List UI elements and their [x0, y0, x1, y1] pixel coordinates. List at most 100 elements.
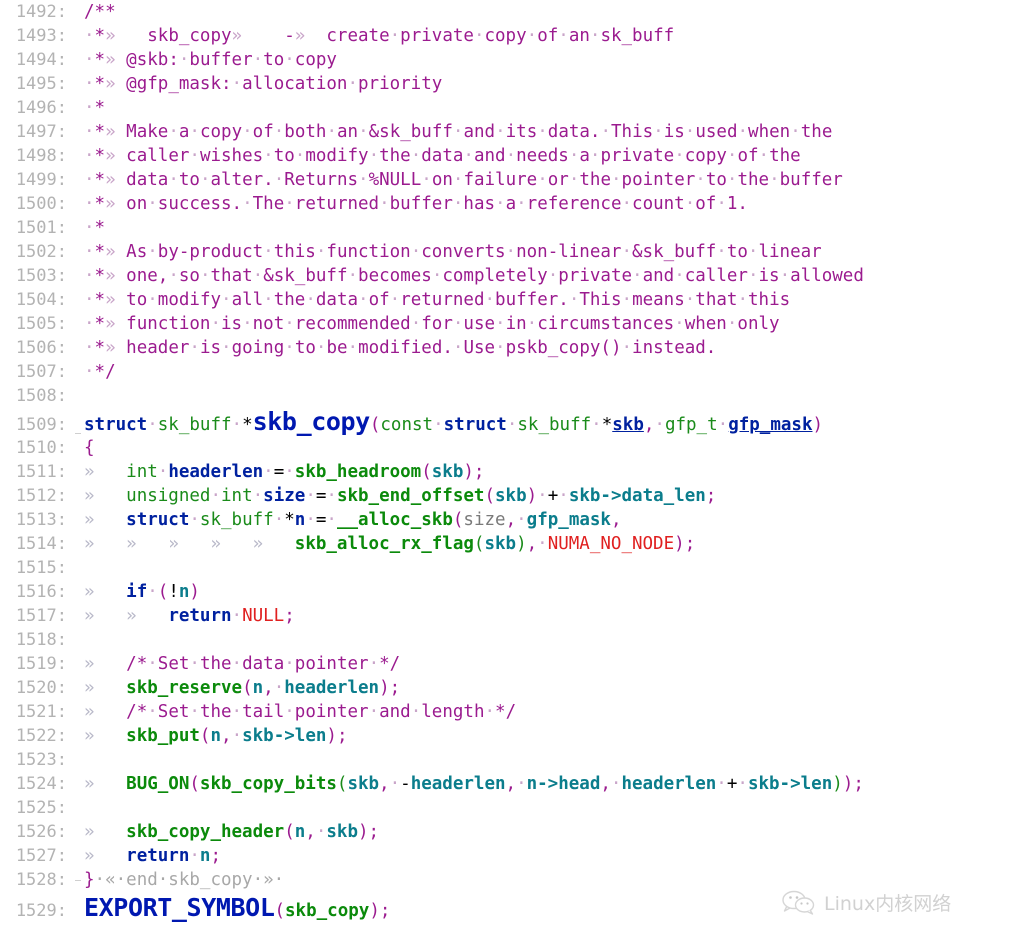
code-line[interactable]: 1516: » if·(!n) [0, 580, 1027, 604]
line-content: EXPORT_SYMBOL(skb_copy); [84, 893, 391, 922]
line-number: 1506: [15, 338, 67, 358]
code-line[interactable]: 1526: » skb_copy_header(n,·skb); [0, 820, 1027, 844]
line-number: 1528: [15, 870, 67, 890]
line-content: » struct·sk_buff·*n·=·__alloc_skb(size,·… [84, 510, 622, 530]
code-line[interactable]: 1499: ·*» data·to·alter.·Returns·%NULL·o… [0, 168, 1027, 192]
code-line[interactable]: 1513: » struct·sk_buff·*n·=·__alloc_skb(… [0, 508, 1027, 532]
code-line-function-signature[interactable]: 1509: struct·sk_buff·*skb_copy(const·str… [0, 408, 1027, 436]
code-line[interactable]: 1497: ·*» Make·a·copy·of·both·an·&sk_buf… [0, 120, 1027, 144]
line-content: ·*» one,·so·that·&sk_buff·becomes·comple… [84, 266, 864, 286]
code-line[interactable]: 1498: ·*» caller·wishes·to·modify·the·da… [0, 144, 1027, 168]
code-line[interactable]: 1523: [0, 748, 1027, 772]
line-content: » skb_reserve(n,·headerlen); [84, 678, 401, 698]
code-line[interactable]: 1515: [0, 556, 1027, 580]
line-number: 1492: [15, 2, 67, 22]
code-line[interactable]: 1511: » int·headerlen·=·skb_headroom(skb… [0, 460, 1027, 484]
line-content: ·*» @gfp_mask:·allocation·priority [84, 74, 443, 94]
code-line[interactable]: 1507: ·*/ [0, 360, 1027, 384]
function-name-skb-copy: skb_copy [252, 407, 371, 436]
line-number: 1502: [15, 242, 67, 262]
line-content: » if·(!n) [84, 582, 200, 602]
line-number: 1516: [15, 582, 67, 602]
code-line[interactable]: 1525: [0, 796, 1027, 820]
line-number: 1519: [15, 654, 67, 674]
code-line[interactable]: 1494: ·*» @skb:·buffer·to·copy [0, 48, 1027, 72]
code-line[interactable]: 1524: » BUG_ON(skb_copy_bits(skb,·-heade… [0, 772, 1027, 796]
line-number: 1499: [15, 170, 67, 190]
code-line[interactable]: 1502: ·*» As·by-product·this·function·co… [0, 240, 1027, 264]
code-line[interactable]: 1512: » unsigned·int·size·=·skb_end_offs… [0, 484, 1027, 508]
code-line[interactable]: 1508: [0, 384, 1027, 408]
line-number: 1500: [15, 194, 67, 214]
line-number: 1497: [15, 122, 67, 142]
line-number: 1495: [15, 74, 67, 94]
line-number: 1505: [15, 314, 67, 334]
code-line[interactable]: 1520: » skb_reserve(n,·headerlen); [0, 676, 1027, 700]
line-number: 1524: [15, 774, 67, 794]
code-line[interactable]: 1517: » » return·NULL; [0, 604, 1027, 628]
line-content: ·*» skb_copy» -» create·private·copy·of·… [84, 26, 675, 46]
line-content: ·*» data·to·alter.·Returns·%NULL·on·fail… [84, 170, 843, 190]
code-line[interactable]: 1521: » /*·Set·the·tail·pointer·and·leng… [0, 700, 1027, 724]
line-number: 1529: [15, 901, 67, 921]
line-number: 1507: [15, 362, 67, 382]
line-number: 1493: [15, 26, 67, 46]
line-number: 1517: [15, 606, 67, 626]
line-number: 1527: [15, 846, 67, 866]
line-content: ·*» function·is·not·recommended·for·use·… [84, 314, 780, 334]
line-number: 1523: [15, 750, 67, 770]
line-number: 1503: [15, 266, 67, 286]
line-content: }·«·end·skb_copy·»· [84, 870, 285, 890]
line-number: 1513: [15, 510, 67, 530]
code-line[interactable]: 1522: » skb_put(n,·skb->len); [0, 724, 1027, 748]
code-editor[interactable]: 1492: /** 1493: ·*» skb_copy» -» create·… [0, 0, 1027, 949]
line-number: 1520: [15, 678, 67, 698]
line-content: ·*» header·is·going·to·be·modified.·Use·… [84, 338, 717, 358]
line-number: 1508: [15, 386, 67, 406]
code-line[interactable]: 1500: ·*» on·success.·The·returned·buffe… [0, 192, 1027, 216]
code-line[interactable]: 1493: ·*» skb_copy» -» create·private·co… [0, 24, 1027, 48]
line-number: 1501: [15, 218, 67, 238]
line-content: ·* [84, 98, 106, 118]
line-number: 1525: [15, 798, 67, 818]
line-number: 1498: [15, 146, 67, 166]
line-number: 1512: [15, 486, 67, 506]
code-line[interactable]: 1510: { [0, 436, 1027, 460]
line-content: ·*» As·by-product·this·function·converts… [84, 242, 822, 262]
code-line[interactable]: 1518: [0, 628, 1027, 652]
line-number: 1496: [15, 98, 67, 118]
code-line[interactable]: 1505: ·*» function·is·not·recommended·fo… [0, 312, 1027, 336]
code-line[interactable]: 1492: /** [0, 0, 1027, 24]
line-number: 1511: [15, 462, 67, 482]
code-line[interactable]: 1496: ·* [0, 96, 1027, 120]
line-content: { [84, 438, 95, 458]
line-number: 1494: [15, 50, 67, 70]
line-content: » » return·NULL; [84, 606, 295, 626]
line-content: » return·n; [84, 846, 222, 866]
line-content: » skb_copy_header(n,·skb); [84, 822, 380, 842]
code-line[interactable]: 1519: » /*·Set·the·data·pointer·*/ [0, 652, 1027, 676]
code-line-fold-end[interactable]: 1528: }·«·end·skb_copy·»· [0, 868, 1027, 892]
line-number: 1521: [15, 702, 67, 722]
line-content: » unsigned·int·size·=·skb_end_offset(skb… [84, 486, 717, 506]
code-line[interactable]: 1527: » return·n; [0, 844, 1027, 868]
line-content: struct·sk_buff·*skb_copy(const·struct·sk… [84, 407, 824, 436]
line-number: 1504: [15, 290, 67, 310]
line-number: 1522: [15, 726, 67, 746]
line-number: 1518: [15, 630, 67, 650]
code-line[interactable]: 1501: ·* [0, 216, 1027, 240]
line-content: » BUG_ON(skb_copy_bits(skb,·-headerlen,·… [84, 774, 864, 794]
code-line[interactable]: 1495: ·*» @gfp_mask:·allocation·priority [0, 72, 1027, 96]
code-line[interactable]: 1504: ·*» to·modify·all·the·data·of·retu… [0, 288, 1027, 312]
code-line-export-symbol[interactable]: 1529: EXPORT_SYMBOL(skb_copy); [0, 892, 1027, 924]
macro-export-symbol: EXPORT_SYMBOL [84, 893, 275, 922]
line-number: 1526: [15, 822, 67, 842]
code-line[interactable]: 1506: ·*» header·is·going·to·be·modified… [0, 336, 1027, 360]
line-content: ·*/ [84, 362, 116, 382]
line-content: ·*» Make·a·copy·of·both·an·&sk_buff·and·… [84, 122, 833, 142]
code-line[interactable]: 1514: » » » » » skb_alloc_rx_flag(skb),·… [0, 532, 1027, 556]
line-content: » int·headerlen·=·skb_headroom(skb); [84, 462, 485, 482]
line-content: » » » » » skb_alloc_rx_flag(skb),·NUMA_N… [84, 534, 696, 554]
code-line[interactable]: 1503: ·*» one,·so·that·&sk_buff·becomes·… [0, 264, 1027, 288]
line-content: /** [84, 2, 116, 22]
